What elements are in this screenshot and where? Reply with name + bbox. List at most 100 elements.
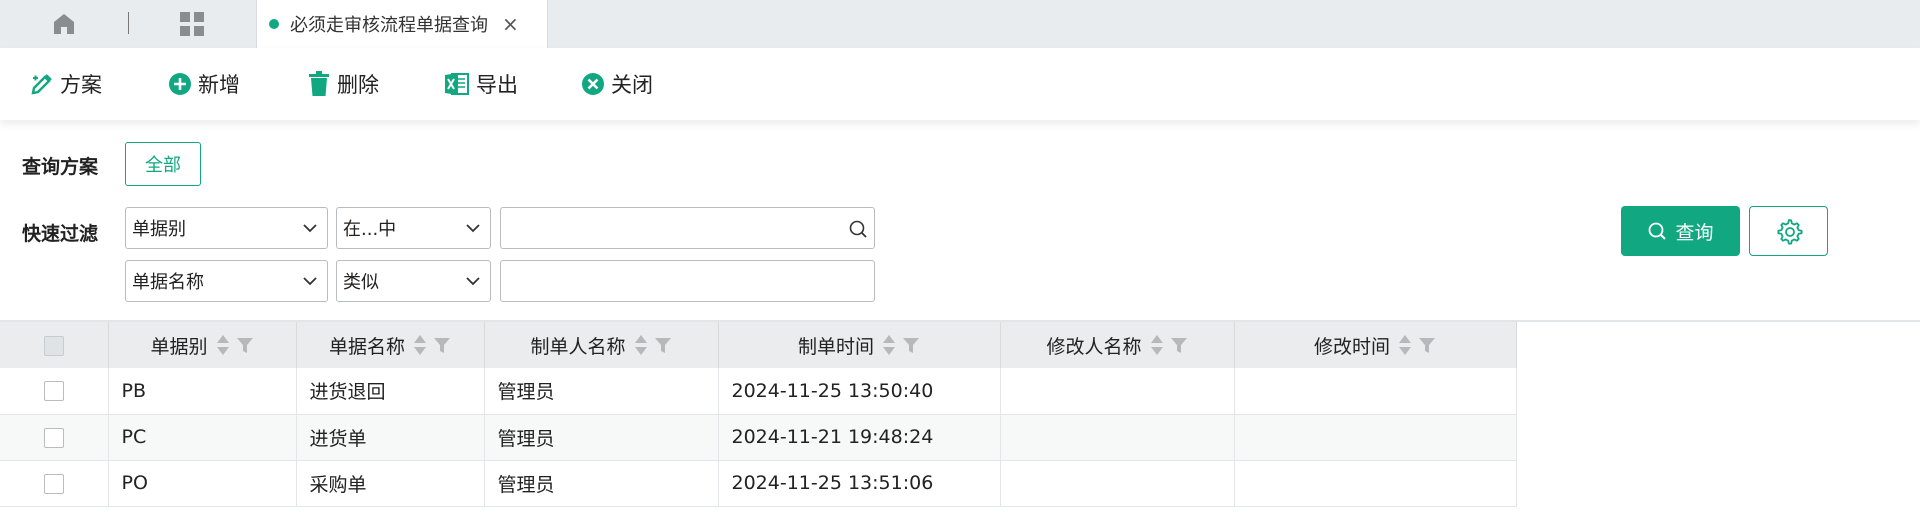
chevron-down-icon	[466, 277, 480, 286]
sort-icon[interactable]	[1398, 334, 1412, 356]
cell-modifier	[1000, 460, 1235, 507]
trash-icon	[309, 71, 329, 96]
cell-type-link[interactable]: PC	[108, 414, 297, 461]
plan-button-label: 方案	[60, 73, 102, 97]
filter-icon[interactable]	[236, 336, 254, 354]
chevron-down-icon	[303, 277, 317, 286]
filter-field-select-1[interactable]: 单据别	[125, 207, 328, 249]
column-header-created[interactable]: 制单时间	[718, 322, 1001, 368]
cell-created: 2024-11-21 19:48:24	[718, 414, 1001, 461]
cell-modified	[1234, 414, 1517, 461]
filter-icon[interactable]	[1170, 336, 1188, 354]
filter-value-input-2[interactable]	[500, 260, 875, 302]
filter-operator-value-1: 在...中	[343, 219, 397, 240]
grid-header-row: 单据别 单据名称 制单人名称 制单时间 修改人名称 修改时间	[0, 322, 1517, 368]
sort-icon[interactable]	[413, 334, 427, 356]
row-checkbox[interactable]	[43, 473, 64, 494]
cell-creator: 管理员	[484, 368, 719, 415]
filter-operator-select-1[interactable]: 在...中	[336, 207, 491, 249]
tab-title: 必须走审核流程单据查询	[290, 15, 488, 36]
cell-modified	[1234, 460, 1517, 507]
row-checkbox[interactable]	[43, 427, 64, 448]
chevron-down-icon	[466, 224, 480, 233]
filter-icon[interactable]	[902, 336, 920, 354]
row-select-cell	[0, 460, 109, 507]
column-header-modified[interactable]: 修改时间	[1234, 322, 1517, 368]
export-button-label: 导出	[476, 73, 518, 97]
plan-button[interactable]: 方案	[30, 68, 102, 100]
tab-close-icon[interactable]: ×	[502, 14, 519, 34]
close-button-label: 关闭	[611, 73, 653, 97]
row-select-cell	[0, 368, 109, 415]
table-row[interactable]: PC 进货单 管理员 2024-11-21 19:48:24	[0, 414, 1517, 461]
select-all-cell	[0, 322, 109, 368]
tab-active-document-query[interactable]: 必须走审核流程单据查询 ×	[256, 0, 548, 48]
column-header-name[interactable]: 单据名称	[296, 322, 485, 368]
sort-icon[interactable]	[882, 334, 896, 356]
cell-type-link[interactable]: PB	[108, 368, 297, 415]
column-header-modifier[interactable]: 修改人名称	[1000, 322, 1235, 368]
row-checkbox[interactable]	[43, 381, 64, 402]
column-header-type[interactable]: 单据别	[108, 322, 297, 368]
filter-operator-select-2[interactable]: 类似	[336, 260, 491, 302]
toolbar: 方案 新增 删除 导出 关闭	[0, 48, 1920, 120]
cell-creator: 管理员	[484, 414, 719, 461]
delete-button[interactable]: 删除	[307, 68, 379, 100]
quick-filter-label: 快速过滤	[22, 223, 99, 245]
cell-type-link[interactable]: PO	[108, 460, 297, 507]
query-button-label: 查询	[1675, 221, 1714, 244]
column-label: 单据别	[150, 335, 208, 358]
table-row[interactable]: PO 采购单 管理员 2024-11-25 13:51:06	[0, 460, 1517, 507]
search-icon	[1649, 222, 1667, 240]
apps-grid-icon	[180, 12, 204, 36]
filter-field-select-2[interactable]: 单据名称	[125, 260, 328, 302]
cell-created: 2024-11-25 13:50:40	[718, 368, 1001, 415]
home-icon	[54, 14, 74, 34]
cell-name: 采购单	[296, 460, 485, 507]
add-button[interactable]: 新增	[168, 68, 240, 100]
column-label: 单据名称	[328, 335, 405, 358]
sort-icon[interactable]	[216, 334, 230, 356]
query-plan-label: 查询方案	[22, 156, 99, 178]
filter-settings-button[interactable]	[1749, 206, 1828, 256]
edit-plan-icon	[31, 74, 52, 95]
tab-bar: 必须走审核流程单据查询 ×	[0, 0, 1920, 48]
cell-name: 进货退回	[296, 368, 485, 415]
cell-modifier	[1000, 414, 1235, 461]
query-button[interactable]: 查询	[1621, 206, 1740, 256]
filter-field-value-1: 单据别	[132, 219, 186, 240]
delete-button-label: 删除	[337, 73, 379, 97]
filter-icon[interactable]	[433, 336, 451, 354]
cell-modifier	[1000, 368, 1235, 415]
close-circle-icon	[582, 73, 604, 95]
chevron-down-icon	[303, 224, 317, 233]
filter-icon[interactable]	[1418, 336, 1436, 354]
close-button[interactable]: 关闭	[581, 68, 653, 100]
filter-operator-value-2: 类似	[343, 272, 379, 293]
home-tab[interactable]	[48, 8, 80, 40]
export-button[interactable]: 导出	[444, 68, 518, 100]
column-label: 制单人名称	[530, 335, 626, 358]
cell-creator: 管理员	[484, 460, 719, 507]
apps-tab[interactable]	[176, 8, 208, 40]
filter-icon[interactable]	[654, 336, 672, 354]
column-header-creator[interactable]: 制单人名称	[484, 322, 719, 368]
sort-icon[interactable]	[1150, 334, 1164, 356]
column-label: 制单时间	[797, 335, 874, 358]
tab-divider	[128, 12, 129, 34]
tab-status-dot	[269, 19, 279, 29]
cell-modified	[1234, 368, 1517, 415]
table-row[interactable]: PB 进货退回 管理员 2024-11-25 13:50:40	[0, 368, 1517, 415]
row-select-cell	[0, 414, 109, 461]
add-circle-icon	[169, 73, 191, 95]
column-label: 修改时间	[1313, 335, 1390, 358]
filter-value-input-1[interactable]	[500, 207, 875, 249]
cell-created: 2024-11-25 13:51:06	[718, 460, 1001, 507]
column-label: 修改人名称	[1046, 335, 1142, 358]
plan-all-button[interactable]: 全部	[125, 142, 201, 186]
add-button-label: 新增	[198, 73, 240, 97]
select-all-checkbox[interactable]	[43, 335, 64, 356]
search-icon[interactable]	[848, 219, 868, 239]
sort-icon[interactable]	[634, 334, 648, 356]
excel-export-icon	[445, 73, 469, 95]
